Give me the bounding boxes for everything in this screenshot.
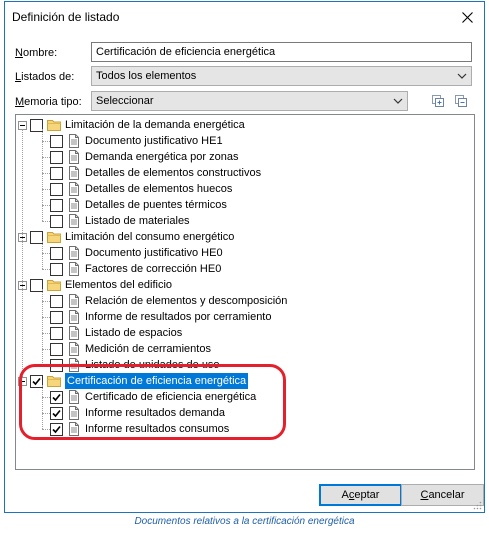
nombre-label: Nombre:	[15, 47, 58, 59]
tree-item-label: Factores de corrección HE0	[85, 263, 222, 275]
window-title: Definición de listado	[12, 10, 120, 24]
tree-item-node[interactable]: Medición de cerramientos	[50, 341, 211, 357]
tree-item-label: Detalles de elementos huecos	[85, 183, 233, 195]
document-icon	[66, 309, 82, 325]
tree-item-label: Listado de espacios	[85, 327, 183, 339]
memoria-label: Memoria tipo:	[15, 96, 82, 108]
accept-label: Aceptar	[341, 489, 380, 501]
tree-checkbox[interactable]	[50, 294, 63, 308]
tree-connector-line	[42, 269, 50, 270]
chevron-down-icon	[393, 96, 403, 106]
document-icon	[66, 213, 82, 229]
document-icon	[66, 325, 82, 341]
figure-caption: Documentos relativos a la certificación …	[134, 516, 355, 527]
document-icon	[66, 181, 82, 197]
document-icon	[66, 293, 82, 309]
listados-value: Todos los elementos	[96, 70, 197, 82]
tree-connector-line	[42, 157, 50, 158]
tree-item-node[interactable]: Detalles de elementos constructivos	[50, 165, 261, 181]
tree-connector-line	[42, 253, 50, 254]
delete-memoria-icon[interactable]	[454, 94, 468, 108]
tree-item-node[interactable]: Documento justificativo HE0	[50, 245, 223, 261]
tree-group-label: Limitación del consumo energético	[65, 231, 235, 243]
listados-label: Listados de:	[15, 71, 75, 83]
document-icon	[66, 165, 82, 181]
memoria-select[interactable]: Seleccionar	[91, 91, 408, 111]
tree-connector-line	[22, 129, 23, 377]
tree-checkbox[interactable]	[50, 198, 63, 212]
tree-connector-line	[42, 241, 43, 269]
memoria-label-rest: emoria tipo:	[24, 96, 82, 108]
chevron-down-icon	[457, 71, 467, 81]
tree-item-label: Documento justificativo HE0	[85, 247, 223, 259]
tree-connector-line	[42, 221, 50, 222]
close-button[interactable]	[450, 2, 484, 32]
memoria-value: Seleccionar	[96, 95, 154, 107]
tree-connector-line	[42, 129, 43, 221]
tree-group-label: Elementos del edificio	[65, 279, 173, 291]
tree-item-label: Demanda energética por zonas	[85, 151, 239, 163]
resize-grip-icon[interactable]	[472, 500, 482, 510]
document-icon	[66, 149, 82, 165]
tree-item-node[interactable]: Demanda energética por zonas	[50, 149, 238, 165]
tree-checkbox[interactable]	[50, 150, 63, 164]
document-icon	[66, 245, 82, 261]
nombre-input[interactable]: Certificación de eficiencia energética	[91, 42, 472, 62]
tree-item-node[interactable]: Relación de elementos y descomposición	[50, 293, 287, 309]
tree-item-node[interactable]: Factores de corrección HE0	[50, 261, 221, 277]
nombre-value: Certificación de eficiencia energética	[96, 46, 276, 58]
tree-connector-line	[42, 317, 50, 318]
tree-item-node[interactable]: Listado de materiales	[50, 213, 190, 229]
tree-connector-line	[42, 205, 50, 206]
tree-item-node[interactable]: Detalles de elementos huecos	[50, 181, 232, 197]
highlight-annotation	[19, 364, 286, 440]
tree-group-node[interactable]: Limitación del consumo energético	[18, 229, 234, 245]
tree-checkbox[interactable]	[50, 246, 63, 260]
folder-icon	[46, 277, 62, 293]
nombre-label-rest: ombre:	[22, 47, 58, 59]
copy-memoria-icon[interactable]	[431, 94, 445, 108]
document-icon	[66, 341, 82, 357]
tree-connector-line	[42, 173, 50, 174]
tree-item-node[interactable]: Listado de espacios	[50, 325, 182, 341]
tree-item-label: Detalles de puentes térmicos	[85, 199, 227, 211]
document-icon	[66, 133, 82, 149]
tree-item-label: Relación de elementos y descomposición	[85, 295, 288, 307]
tree-checkbox[interactable]	[50, 182, 63, 196]
tree-checkbox[interactable]	[50, 214, 63, 228]
cancel-label: Cancelar	[420, 489, 465, 501]
tree-connector-line	[42, 333, 50, 334]
tree-group-label: Limitación de la demanda energética	[65, 119, 245, 131]
dialog-window: Definición de listado Nombre: Certificac…	[4, 1, 485, 513]
close-icon	[461, 11, 473, 23]
tree-group-node[interactable]: Limitación de la demanda energética	[18, 117, 245, 133]
tree-checkbox[interactable]	[50, 326, 63, 340]
tree-item-node[interactable]: Documento justificativo HE1	[50, 133, 223, 149]
tree-checkbox[interactable]	[50, 134, 63, 148]
tree-item-node[interactable]: Detalles de puentes térmicos	[50, 197, 227, 213]
listados-label-rest: istados de:	[21, 71, 75, 83]
tree-item-label: Informe de resultados por cerramiento	[85, 311, 272, 323]
folder-icon	[46, 117, 62, 133]
tree-checkbox[interactable]	[50, 166, 63, 180]
tree-checkbox[interactable]	[50, 310, 63, 324]
tree-item-label: Medición de cerramientos	[85, 343, 211, 355]
document-icon	[66, 261, 82, 277]
tree-connector-line	[42, 349, 50, 350]
tree-connector-line	[42, 301, 50, 302]
tree-checkbox[interactable]	[50, 262, 63, 276]
tree-item-label: Documento justificativo HE1	[85, 135, 223, 147]
listados-select[interactable]: Todos los elementos	[91, 66, 472, 86]
tree-checkbox[interactable]	[50, 342, 63, 356]
title-bar[interactable]: Definición de listado	[5, 2, 484, 32]
tree-item-label: Detalles de elementos constructivos	[85, 167, 262, 179]
accept-button[interactable]: Aceptar	[319, 484, 402, 506]
tree-connector-line	[42, 189, 50, 190]
folder-icon	[46, 229, 62, 245]
tree-connector-line	[42, 289, 43, 365]
document-icon	[66, 197, 82, 213]
tree-item-node[interactable]: Informe de resultados por cerramiento	[50, 309, 271, 325]
tree-item-label: Listado de materiales	[85, 215, 190, 227]
tree-connector-line	[42, 141, 50, 142]
